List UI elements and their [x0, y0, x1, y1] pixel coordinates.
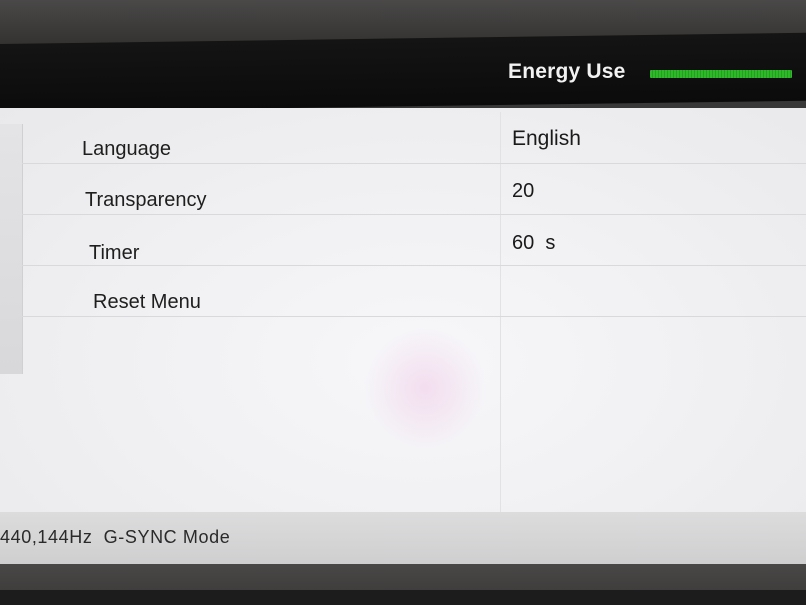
- menu-row-language[interactable]: Language English: [22, 113, 806, 164]
- monitor-screen: Energy Use Language English Transparency…: [0, 0, 806, 605]
- menu-item-label: Transparency: [85, 189, 207, 211]
- menu-row-reset-menu[interactable]: Reset Menu: [22, 266, 806, 317]
- menu-item-value: 20: [512, 180, 535, 202]
- left-menu-strip: [0, 124, 23, 374]
- menu-item-value: 60 s: [512, 232, 556, 254]
- energy-use-meter: [650, 70, 792, 78]
- menu-item-label: Reset Menu: [93, 291, 201, 313]
- energy-use-label: Energy Use: [508, 60, 626, 83]
- menu-row-transparency[interactable]: Transparency 20: [22, 164, 806, 215]
- menu-item-value: English: [512, 127, 581, 150]
- monitor-bezel-edge: [0, 590, 806, 605]
- menu-row-timer[interactable]: Timer 60 s: [22, 215, 806, 266]
- menu-item-label: Language: [82, 138, 171, 160]
- display-mode-status: 440,144Hz G-SYNC Mode: [0, 527, 231, 547]
- screen-glare: [360, 328, 490, 448]
- menu-item-label: Timer: [89, 242, 140, 264]
